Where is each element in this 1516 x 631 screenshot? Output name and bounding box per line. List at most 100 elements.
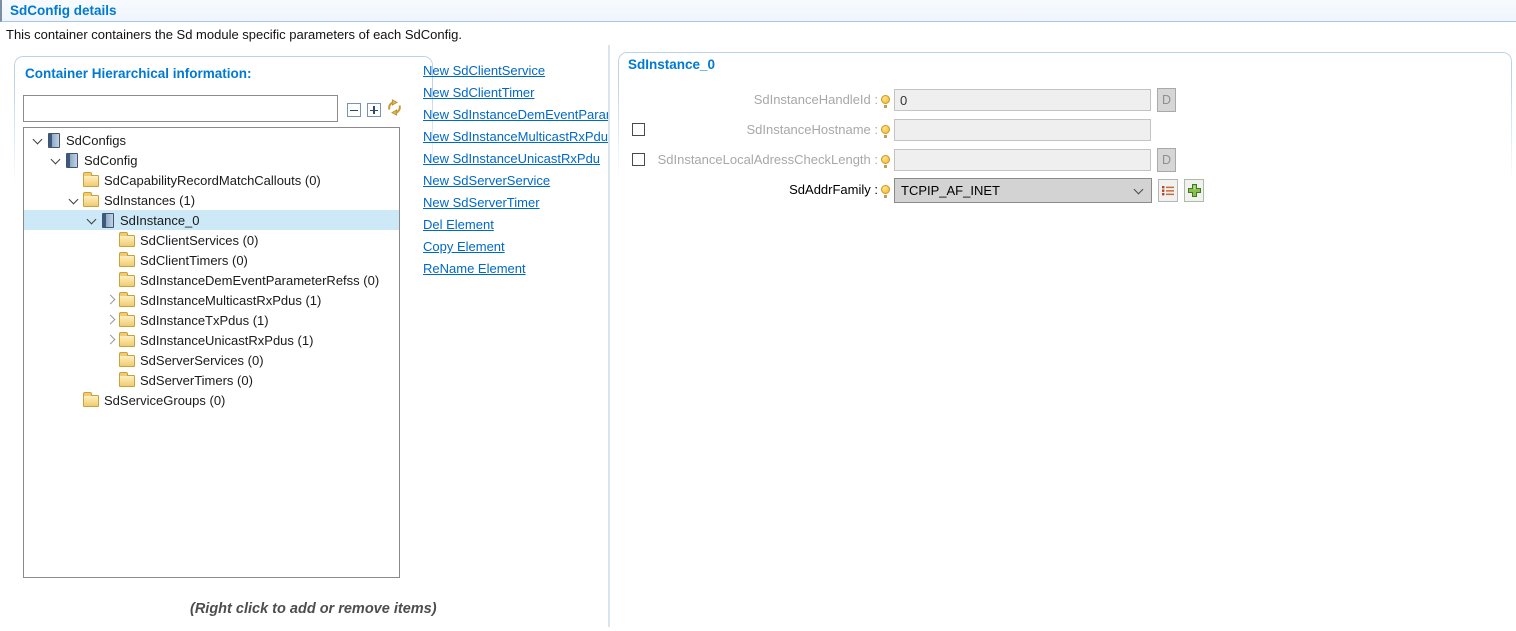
tree-item-sdservicegroups[interactable]: SdServiceGroups (0): [24, 390, 399, 410]
tree-item-sdservertimers[interactable]: SdServerTimers (0): [24, 370, 399, 390]
folder-icon: [83, 195, 99, 207]
bulb-icon: [881, 125, 890, 134]
panel-divider: [608, 45, 610, 627]
chevron-spacer: [102, 352, 118, 368]
chevron-collapsed-icon[interactable]: [102, 292, 118, 308]
field-label: SdInstanceHandleId :: [618, 88, 878, 112]
chevron-spacer: [66, 172, 82, 188]
details-panel: SdInstance_0 SdInstanceHandleId : D SdIn…: [618, 52, 1512, 631]
action-link-rename-element[interactable]: ReName Element: [423, 260, 609, 282]
folder-icon: [83, 175, 99, 187]
action-link-new-sdinstancedemeventparam[interactable]: New SdInstanceDemEventParam: [423, 106, 609, 128]
folder-icon: [119, 275, 135, 287]
hierarchy-panel-title: Container Hierarchical information:: [25, 66, 252, 81]
chevron-expanded-icon[interactable]: [66, 192, 82, 208]
chevron-spacer: [102, 272, 118, 288]
tree-item-sdinstance-0[interactable]: SdInstance_0: [24, 210, 399, 230]
hint-caption: (Right click to add or remove items): [190, 601, 437, 617]
module-icon: [48, 133, 60, 148]
tree-item-sdclientservices[interactable]: SdClientServices (0): [24, 230, 399, 250]
add-icon: [1187, 183, 1202, 198]
instance-title: SdInstance_0: [628, 57, 715, 72]
bulb-icon: [881, 155, 890, 164]
tree-item-sdinstancetxpdus[interactable]: SdInstanceTxPdus (1): [24, 310, 399, 330]
tree-item-label: SdConfigs: [64, 133, 126, 148]
chevron-collapsed-icon[interactable]: [102, 332, 118, 348]
page-title: SdConfig details: [10, 3, 117, 18]
tree-item-label: SdClientServices (0): [138, 233, 259, 248]
sdinstancehandleid-input: [894, 89, 1151, 111]
field-row-sdaddrfamily: SdAddrFamily : TCPIP_AF_INET: [618, 178, 1512, 204]
tree-item-sdclienttimers[interactable]: SdClientTimers (0): [24, 250, 399, 270]
sdinstancehostname-input: [894, 119, 1151, 141]
folder-icon: [119, 315, 135, 327]
field-label: SdInstanceHostname :: [618, 118, 878, 142]
tree-item-label: SdInstanceUnicastRxPdus (1): [138, 333, 313, 348]
tree-item-label: SdInstance_0: [118, 213, 200, 228]
action-link-copy-element[interactable]: Copy Element: [423, 238, 609, 260]
field-row-sdinstancehostname: SdInstanceHostname :: [618, 118, 1512, 144]
filter-input[interactable]: [23, 95, 338, 122]
tree-item-sdconfigs[interactable]: SdConfigs: [24, 130, 399, 150]
tree-item-sdserverservices[interactable]: SdServerServices (0): [24, 350, 399, 370]
folder-icon: [119, 355, 135, 367]
action-link-new-sdinstancemulticastrxpdu[interactable]: New SdInstanceMulticastRxPdu: [423, 128, 609, 150]
tree-item-label: SdClientTimers (0): [138, 253, 248, 268]
tree-item-label: SdInstanceDemEventParameterRefss (0): [138, 273, 379, 288]
chevron-spacer: [102, 232, 118, 248]
header: SdConfig details: [0, 0, 1516, 22]
refresh-icon[interactable]: [385, 99, 403, 117]
module-icon: [66, 153, 78, 168]
chevron-spacer: [66, 392, 82, 408]
bulb-icon: [881, 95, 890, 104]
tree-item-label: SdServerServices (0): [138, 353, 264, 368]
bulb-icon: [881, 185, 890, 194]
field-row-sdinstancelocaladresschecklength: SdInstanceLocalAdressCheckLength : D: [618, 148, 1512, 174]
sdinstancelocaladresschecklength-input: [894, 149, 1151, 171]
action-link-new-sdinstanceunicastrxpdu[interactable]: New SdInstanceUnicastRxPdu: [423, 150, 609, 172]
value-list-button[interactable]: [1158, 179, 1178, 202]
tree-item-sdinstances[interactable]: SdInstances (1): [24, 190, 399, 210]
tree-item-sdinstancedemeventparameterrefss[interactable]: SdInstanceDemEventParameterRefss (0): [24, 270, 399, 290]
action-link-new-sdservertimer[interactable]: New SdServerTimer: [423, 194, 609, 216]
chevron-spacer: [102, 372, 118, 388]
tree-item-label: SdInstanceTxPdus (1): [138, 313, 269, 328]
chevron-expanded-icon[interactable]: [84, 212, 100, 228]
action-link-new-sdclientservice[interactable]: New SdClientService: [423, 62, 609, 84]
default-value-button[interactable]: D: [1157, 148, 1176, 172]
field-label: SdAddrFamily :: [618, 178, 878, 202]
chevron-collapsed-icon[interactable]: [102, 312, 118, 328]
hierarchy-tree: SdConfigs SdConfig SdCapabilityRecordMat…: [23, 127, 400, 578]
sdaddrfamily-select[interactable]: TCPIP_AF_INET: [894, 178, 1152, 203]
tree-item-sdcapabilityrecordmatchcallouts[interactable]: SdCapabilityRecordMatchCallouts (0): [24, 170, 399, 190]
tree-item-sdconfig[interactable]: SdConfig: [24, 150, 399, 170]
folder-icon: [119, 235, 135, 247]
tree-item-sdinstanceunicastrxpdus[interactable]: SdInstanceUnicastRxPdus (1): [24, 330, 399, 350]
chevron-expanded-icon[interactable]: [30, 132, 46, 148]
action-link-del-element[interactable]: Del Element: [423, 216, 609, 238]
tree-item-label: SdServiceGroups (0): [102, 393, 225, 408]
action-link-new-sdserverservice[interactable]: New SdServerService: [423, 172, 609, 194]
field-label: SdInstanceLocalAdressCheckLength :: [618, 148, 878, 172]
chevron-spacer: [102, 252, 118, 268]
value-list-icon: [1162, 185, 1174, 196]
module-icon: [102, 213, 114, 228]
folder-icon: [83, 395, 99, 407]
field-row-sdinstancehandleid: SdInstanceHandleId : D: [618, 88, 1512, 114]
folder-icon: [119, 375, 135, 387]
folder-icon: [119, 295, 135, 307]
tree-item-label: SdServerTimers (0): [138, 373, 253, 388]
tree-item-label: SdCapabilityRecordMatchCallouts (0): [102, 173, 321, 188]
tree-item-label: SdConfig: [82, 153, 137, 168]
tree-item-sdinstancemulticastrxpdus[interactable]: SdInstanceMulticastRxPdus (1): [24, 290, 399, 310]
page-description: This container containers the Sd module …: [6, 27, 462, 42]
default-value-button[interactable]: D: [1157, 88, 1176, 112]
action-link-new-sdclienttimer[interactable]: New SdClientTimer: [423, 84, 609, 106]
add-value-button[interactable]: [1184, 179, 1204, 202]
tree-item-label: SdInstanceMulticastRxPdus (1): [138, 293, 321, 308]
action-links: New SdClientService New SdClientTimer Ne…: [423, 62, 609, 282]
chevron-expanded-icon[interactable]: [48, 152, 64, 168]
collapse-all-icon[interactable]: [347, 103, 361, 117]
folder-icon: [119, 255, 135, 267]
expand-all-icon[interactable]: [367, 103, 381, 117]
